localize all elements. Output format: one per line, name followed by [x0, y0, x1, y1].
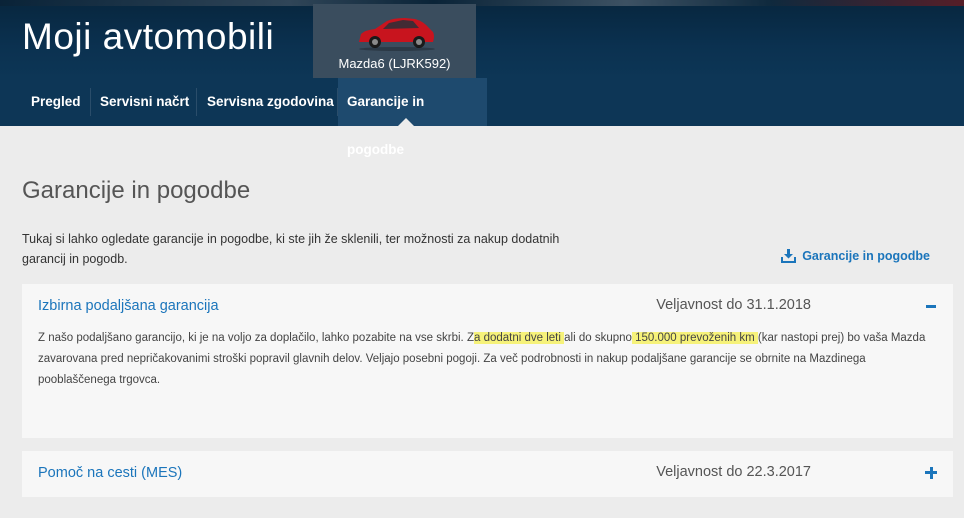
header-image-strip: [0, 0, 964, 6]
panel-header[interactable]: Pomoč na cesti (MES) Veljavnost do 22.3.…: [22, 451, 953, 497]
body-text-part: Z našo podaljšano garancijo, ki je na vo…: [38, 332, 474, 344]
panel-validity: Veljavnost do 31.1.2018: [656, 297, 811, 313]
download-label: Garancije in pogodbe: [802, 249, 930, 263]
main-nav: Pregled Servisni načrt Servisna zgodovin…: [0, 78, 964, 157]
nav-tab-servisni-nacrt[interactable]: Servisni načrt: [91, 78, 198, 126]
panel-header[interactable]: Izbirna podaljšana garancija Veljavnost …: [22, 284, 953, 330]
warranty-panel-extended: Izbirna podaljšana garancija Veljavnost …: [22, 284, 953, 438]
selected-car-card[interactable]: Mazda6 (LJRK592): [313, 4, 476, 78]
body-text-part: ali do skupno: [564, 332, 632, 344]
collapse-minus-icon[interactable]: [923, 296, 937, 314]
active-tab-caret: [398, 118, 414, 126]
highlighted-text: 150.000 prevoženih km: [631, 332, 758, 344]
nav-tab-pregled[interactable]: Pregled: [22, 78, 90, 126]
expand-plus-icon[interactable]: [923, 463, 937, 481]
panel-body-text: Z našo podaljšano garancijo, ki je na vo…: [38, 328, 934, 391]
highlighted-text: a dodatni dve leti: [473, 332, 565, 344]
panel-title[interactable]: Izbirna podaljšana garancija: [38, 298, 219, 314]
panel-title[interactable]: Pomoč na cesti (MES): [38, 465, 182, 481]
car-label: Mazda6 (LJRK592): [338, 56, 451, 71]
app-title: Moji avtomobili: [22, 16, 275, 57]
panel-validity: Veljavnost do 22.3.2017: [656, 464, 811, 480]
nav-divider: [196, 88, 197, 116]
download-icon: [781, 249, 797, 263]
car-icon: [359, 18, 435, 51]
page-title: Garancije in pogodbe: [22, 177, 251, 204]
site-header: Moji avtomobili Mazda6 (LJRK592): [0, 0, 964, 78]
download-contracts-link[interactable]: Garancije in pogodbe: [781, 249, 930, 263]
intro-text: Tukaj si lahko ogledate garancije in pog…: [22, 232, 560, 266]
roadside-assistance-panel: Pomoč na cesti (MES) Veljavnost do 22.3.…: [22, 451, 953, 497]
nav-tab-servisna-zgodovina[interactable]: Servisna zgodovina: [198, 78, 343, 126]
